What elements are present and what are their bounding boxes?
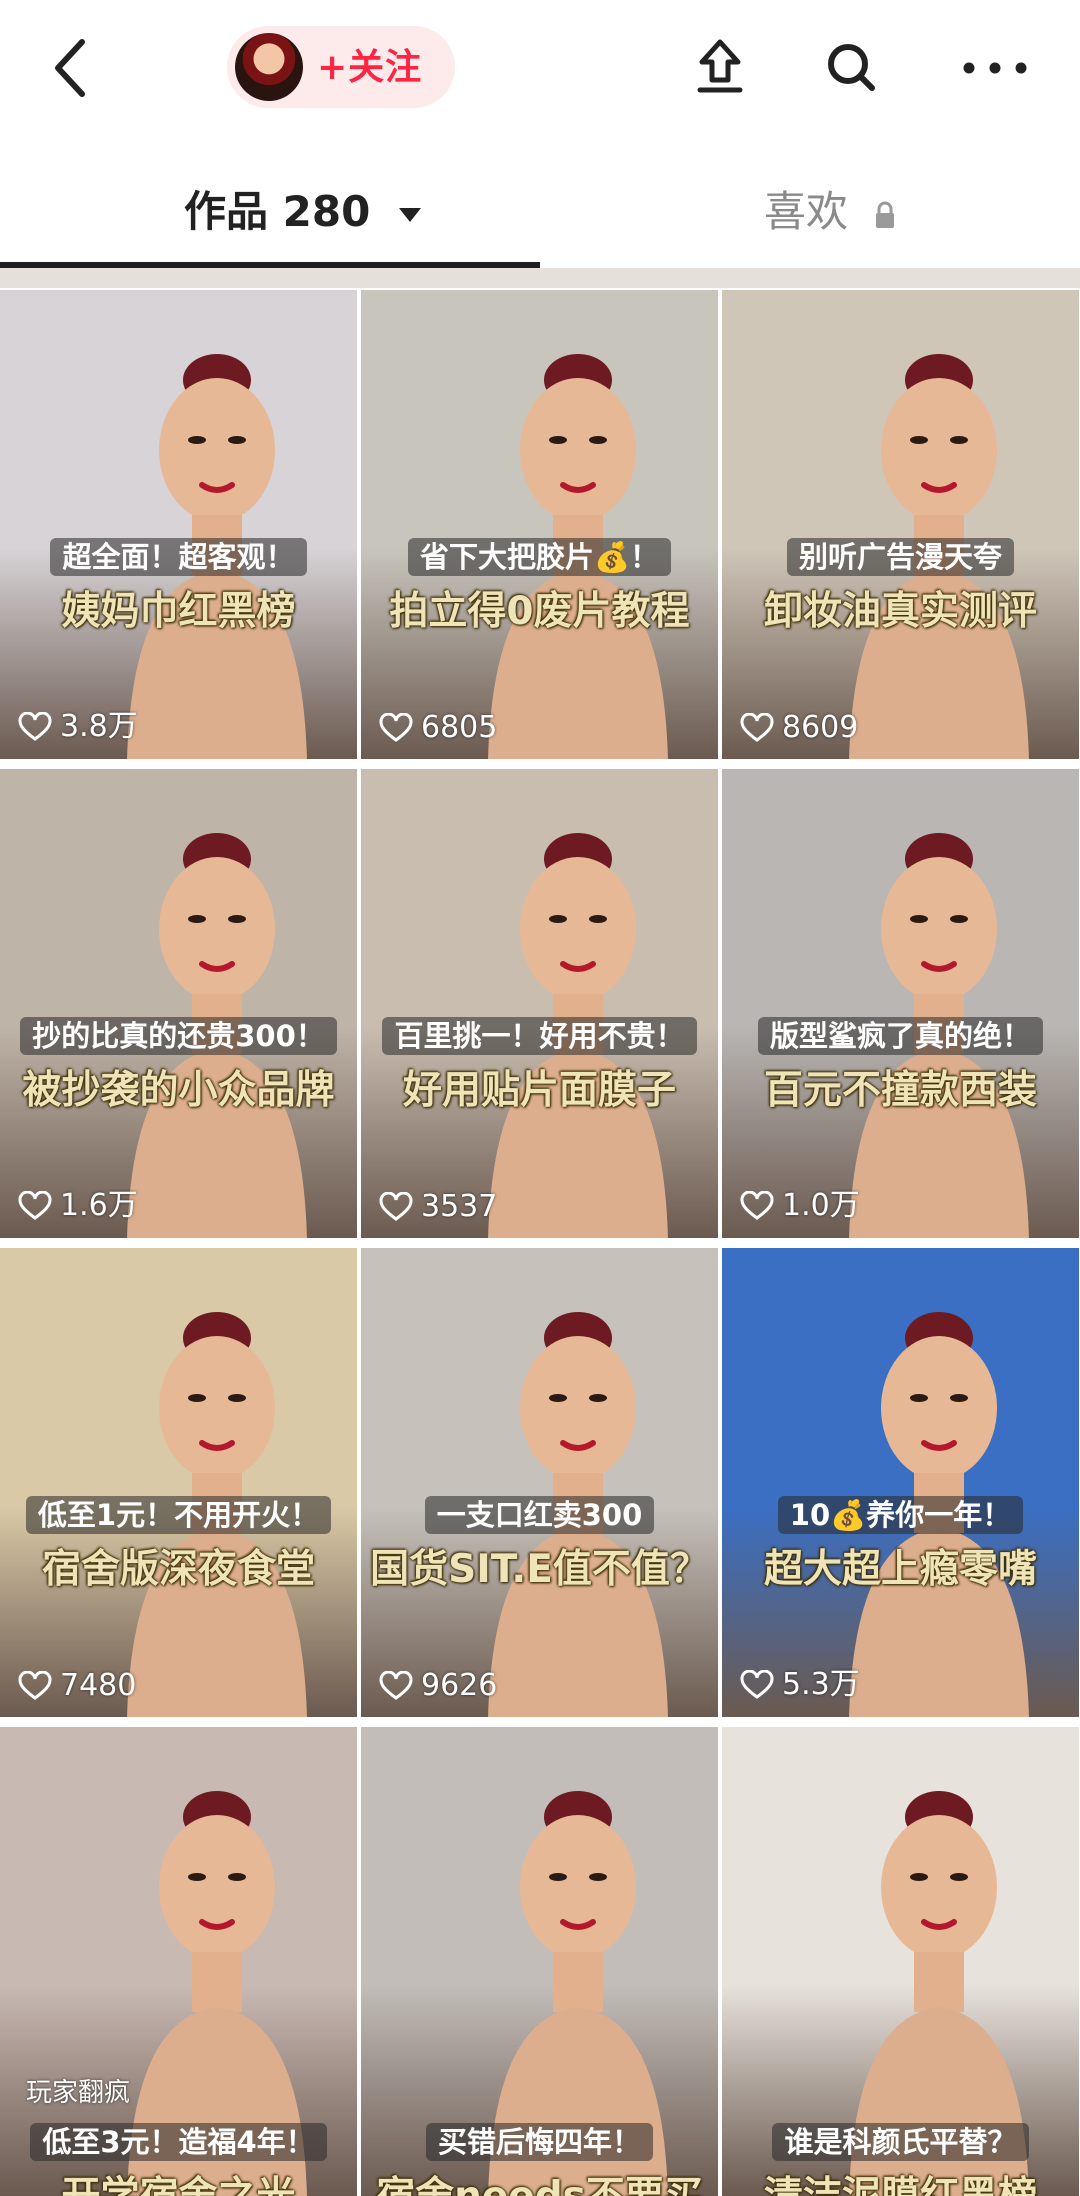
video-title: 拍立得0废片教程 — [389, 589, 690, 634]
follow-label: +关注 — [317, 47, 423, 88]
share-button[interactable] — [680, 28, 760, 108]
video-card[interactable]: 省下大把胶片💰！ 拍立得0废片教程 6805 — [361, 290, 718, 759]
video-tag: 低至3元！造福4年！ — [0, 2119, 357, 2161]
video-grid: 超全面！超客观！ 姨妈巾红黑榜 3.8万 省下大把胶片💰！ 拍立得0废片教程 6805 别听… — [0, 290, 1080, 2196]
video-title: 开学宿舍之光 — [0, 2165, 357, 2196]
follow-button[interactable]: +关注 — [227, 26, 455, 108]
caret-down-icon — [398, 207, 421, 222]
video-card[interactable]: 低至3元！造福4年！ 开学宿舍之光 — [0, 1727, 357, 2196]
back-arrow-icon — [55, 39, 85, 97]
heart-icon — [379, 712, 413, 742]
like-count: 8609 — [740, 710, 858, 745]
like-count: 1.0万 — [740, 1180, 860, 1224]
more-button[interactable] — [955, 28, 1035, 108]
like-count: 7480 — [18, 1668, 136, 1703]
video-tag: 买错后悔四年！ — [361, 2119, 718, 2161]
like-count: 3.8万 — [18, 701, 138, 745]
video-tag: 谁是科颜氏平替？ — [722, 2119, 1079, 2161]
video-tag: 百里挑一！好用不贵！ — [361, 1013, 718, 1055]
video-title: 好用贴片面膜子 — [402, 1068, 676, 1113]
video-title: 姨妈巾红黑榜 — [61, 589, 296, 634]
watermark: 玩家翻疯 — [26, 2078, 131, 2108]
tab-likes[interactable]: 喜欢 — [764, 178, 897, 238]
video-title: 清洁泥膜红黑榜 — [722, 2165, 1079, 2196]
heart-icon — [740, 712, 774, 742]
heart-icon — [740, 1669, 774, 1699]
heart-icon — [740, 1190, 774, 1220]
video-tag: 省下大把胶片💰！ — [361, 534, 718, 576]
video-tag: 一支口红卖300 — [361, 1492, 718, 1534]
back-button[interactable] — [40, 30, 100, 105]
video-card[interactable]: 谁是科颜氏平替？ 清洁泥膜红黑榜 — [722, 1727, 1079, 2196]
video-card[interactable]: 10💰养你一年！ 超大超上瘾零嘴 5.3万 — [722, 1248, 1079, 1717]
tab-likes-label: 喜欢 — [764, 187, 849, 236]
like-count: 9626 — [379, 1668, 497, 1703]
video-card[interactable]: 超全面！超客观！ 姨妈巾红黑榜 3.8万 — [0, 290, 357, 759]
share-icon — [697, 39, 743, 93]
video-card[interactable]: 一支口红卖300 国货SIT.E值不值？ 9626 — [361, 1248, 718, 1717]
heart-icon — [18, 711, 52, 741]
search-icon — [828, 44, 875, 91]
like-count: 5.3万 — [740, 1659, 860, 1703]
video-title: 百元不撞款西装 — [763, 1068, 1037, 1113]
video-tag: 抄的比真的还贵300！ — [0, 1013, 357, 1055]
lock-icon — [876, 201, 895, 228]
tab-works[interactable]: 作品 280 — [184, 178, 423, 238]
like-count: 1.6万 — [18, 1180, 138, 1224]
video-tag: 版型鲨疯了真的绝！ — [722, 1013, 1079, 1055]
search-button[interactable] — [812, 28, 892, 108]
video-card[interactable]: 买错后悔四年！ 宿舍needs不要买 — [361, 1727, 718, 2196]
like-count: 3537 — [379, 1189, 497, 1224]
video-tag: 别听广告漫天夸 — [722, 534, 1079, 576]
more-icon — [963, 62, 1027, 74]
video-card[interactable]: 百里挑一！好用不贵！ 好用贴片面膜子 3537 — [361, 769, 718, 1238]
video-tag: 10💰养你一年！ — [722, 1492, 1079, 1534]
tab-works-label: 作品 280 — [184, 187, 371, 236]
heart-icon — [18, 1190, 52, 1220]
heart-icon — [379, 1191, 413, 1221]
video-title: 宿舍版深夜食堂 — [41, 1547, 315, 1592]
content-tabs: 作品 280 喜欢 — [0, 140, 1080, 268]
avatar[interactable] — [235, 33, 303, 101]
video-title: 超大超上瘾零嘴 — [763, 1547, 1037, 1592]
feed-top-strip — [0, 268, 1080, 288]
video-tag: 低至1元！不用开火！ — [0, 1492, 357, 1534]
video-card[interactable]: 版型鲨疯了真的绝！ 百元不撞款西装 1.0万 — [722, 769, 1079, 1238]
video-title: 卸妆油真实测评 — [763, 589, 1037, 634]
video-title: 宿舍needs不要买 — [361, 2165, 718, 2196]
video-card[interactable]: 别听广告漫天夸 卸妆油真实测评 8609 — [722, 290, 1079, 759]
like-count: 6805 — [379, 710, 497, 745]
heart-icon — [379, 1670, 413, 1700]
video-title: 被抄袭的小众品牌 — [22, 1068, 335, 1113]
heart-icon — [18, 1670, 52, 1700]
video-card[interactable]: 低至1元！不用开火！ 宿舍版深夜食堂 7480 — [0, 1248, 357, 1717]
top-bar: +关注 — [0, 0, 1080, 140]
video-title: 国货SIT.E值不值？ — [370, 1547, 709, 1592]
video-tag: 超全面！超客观！ — [0, 534, 357, 576]
video-card[interactable]: 抄的比真的还贵300！ 被抄袭的小众品牌 1.6万 — [0, 769, 357, 1238]
